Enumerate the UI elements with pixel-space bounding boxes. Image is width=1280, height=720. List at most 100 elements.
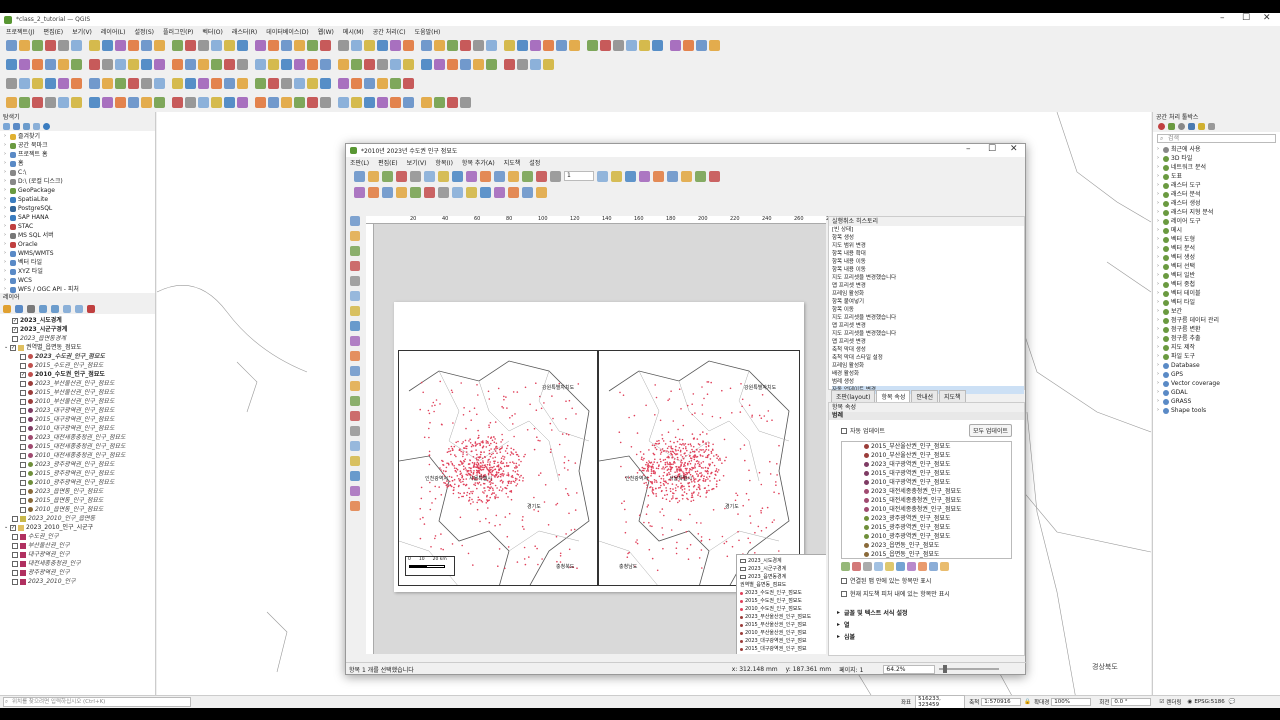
add-shape-icon[interactable] xyxy=(350,396,360,406)
simplify-icon[interactable] xyxy=(198,97,209,108)
update-all-button[interactable]: 모두 업데이트 xyxy=(968,424,1012,437)
menu-item-11[interactable]: 공간 처리(C) xyxy=(373,27,406,36)
zoom-last-icon[interactable] xyxy=(536,170,547,182)
add-group-icon[interactable] xyxy=(15,304,23,313)
toolbox-item[interactable]: › 최근에 사용 xyxy=(1157,145,1280,154)
simplify-icon[interactable] xyxy=(390,59,401,70)
filter-legend-icon[interactable] xyxy=(39,304,47,313)
add-polyline-icon[interactable] xyxy=(350,456,360,466)
history-entry[interactable]: 항목 생성 xyxy=(832,234,1024,242)
zoom-full-icon[interactable] xyxy=(45,59,56,70)
history-icon[interactable] xyxy=(1178,123,1185,130)
zoom-full-icon[interactable] xyxy=(494,170,505,182)
legend-tree-item[interactable]: 2015_광주광역권_인구_점묘도 xyxy=(864,523,1011,532)
new-project-icon[interactable] xyxy=(6,40,17,51)
annotation-icon[interactable] xyxy=(172,78,183,89)
pan-icon[interactable] xyxy=(102,40,113,51)
collapsible-section[interactable]: ▸ 심볼 xyxy=(837,630,1016,642)
layout-menu-item-1[interactable]: 편집(E) xyxy=(378,158,398,167)
add-picture-icon[interactable] xyxy=(350,321,360,331)
history-entry[interactable]: 항목 내용 이동 xyxy=(832,266,1024,274)
layer-item[interactable]: 2015_광주광역권_인구_점묘도 xyxy=(0,469,155,478)
move-up-icon[interactable] xyxy=(863,562,872,571)
expression-filter-icon[interactable] xyxy=(51,304,59,313)
select-icon[interactable] xyxy=(71,78,82,89)
pan-icon[interactable] xyxy=(452,170,463,182)
reshape-icon[interactable] xyxy=(421,59,432,70)
layer-item[interactable]: 2023_부산울산권_인구_점묘도 xyxy=(0,379,155,388)
merge-icon[interactable] xyxy=(460,40,471,51)
history-entry[interactable]: 범례 생성 xyxy=(832,378,1024,386)
undo-icon[interactable] xyxy=(473,59,484,70)
expand-arrow-icon[interactable]: › xyxy=(1157,316,1161,325)
identify-icon[interactable] xyxy=(45,78,56,89)
browser-item[interactable]: › SAP HANA xyxy=(4,213,155,222)
crs-icon[interactable]: ◉ xyxy=(1188,699,1193,705)
save-as-icon[interactable] xyxy=(403,97,414,108)
attribute-table-icon[interactable] xyxy=(198,59,209,70)
print-icon[interactable] xyxy=(421,97,432,108)
layer-item[interactable]: 2023_2010_인구 xyxy=(0,577,155,586)
layer-visibility-checkbox[interactable] xyxy=(12,542,18,549)
delete-ring-icon[interactable] xyxy=(543,40,554,51)
layer-item[interactable]: 2015_읍면동_인구_점묘도 xyxy=(0,496,155,505)
layer-item[interactable]: 2010_광주광역권_인구_점묘도 xyxy=(0,478,155,487)
menu-item-3[interactable]: 레이어(L) xyxy=(101,27,126,36)
menu-item-0[interactable]: 프로젝트(J) xyxy=(6,27,35,36)
zoom-field[interactable]: 64.2% xyxy=(883,664,936,674)
zoom-select-icon[interactable] xyxy=(71,59,82,70)
add-polygon-icon[interactable] xyxy=(350,441,360,451)
save-icon[interactable] xyxy=(382,170,393,182)
expand-arrow-icon[interactable]: › xyxy=(4,222,8,231)
delete-ring-icon[interactable] xyxy=(255,97,266,108)
merge-icon[interactable] xyxy=(268,78,279,89)
expand-arrow-icon[interactable]: › xyxy=(1157,244,1161,253)
fill-ring-icon[interactable] xyxy=(434,59,445,70)
rotate-icon[interactable] xyxy=(281,78,292,89)
layer-visibility-checkbox[interactable] xyxy=(12,578,18,585)
measure-icon[interactable] xyxy=(255,40,266,51)
legend-tree-item[interactable]: 2015_읍면동_인구_점묘도 xyxy=(864,550,1011,558)
browser-item[interactable]: › Oracle xyxy=(4,240,155,249)
browser-item[interactable]: › 공간 북마크 xyxy=(4,141,155,150)
open-icon[interactable] xyxy=(19,40,30,51)
save-as-icon[interactable] xyxy=(45,40,56,51)
toolbox-item[interactable]: › 보간 xyxy=(1157,307,1280,316)
locate-icon[interactable] xyxy=(351,97,362,108)
layer-visibility-checkbox[interactable] xyxy=(20,488,26,495)
scripts-icon[interactable] xyxy=(1168,123,1175,130)
edit-icon[interactable] xyxy=(307,59,318,70)
browser-item[interactable]: › C:\ xyxy=(4,168,155,177)
save-icon[interactable] xyxy=(390,97,401,108)
toolbox-item[interactable]: › 래스터 분석 xyxy=(1157,190,1280,199)
history-entry[interactable]: 맵 프리셋 변경 xyxy=(832,282,1024,290)
deselect-icon[interactable] xyxy=(667,170,678,182)
expand-arrow-icon[interactable]: › xyxy=(1157,163,1161,172)
legend-tree-item[interactable]: 2010_부산울산권_인구_점묘도 xyxy=(864,451,1011,460)
python-icon[interactable] xyxy=(600,40,611,51)
new-project-icon[interactable] xyxy=(652,40,663,51)
layout-canvas[interactable]: 강원특별자치도 인천광역시 서울특별시 경기도 충청북도 0 10 20 km xyxy=(374,224,826,654)
linked-map-checkbox[interactable] xyxy=(841,577,847,584)
attribute-table-icon[interactable] xyxy=(681,170,692,182)
browser-item[interactable]: › WMS/WMTS xyxy=(4,249,155,258)
expand-arrow-icon[interactable]: › xyxy=(4,186,8,195)
zoom-next-icon[interactable] xyxy=(438,186,449,198)
toolbox-item[interactable]: › 메시 xyxy=(1157,226,1280,235)
calculator-icon[interactable] xyxy=(695,170,706,182)
edit-features-icon[interactable] xyxy=(1198,123,1205,130)
zoom-out-icon[interactable] xyxy=(480,170,491,182)
layer-item[interactable]: 2023_수도권_인구_점묘도 xyxy=(0,352,155,361)
toolbox-item[interactable]: › Vector coverage xyxy=(1157,379,1280,388)
refresh-icon[interactable] xyxy=(13,122,20,130)
calculator-icon[interactable] xyxy=(211,59,222,70)
save-as-icon[interactable] xyxy=(396,170,407,182)
add-icon[interactable] xyxy=(3,122,10,130)
browser-item[interactable]: › STAC xyxy=(4,222,155,231)
tips-icon[interactable] xyxy=(377,40,388,51)
zoom-select-icon[interactable] xyxy=(522,170,533,182)
edit-nodes-icon[interactable] xyxy=(350,276,360,286)
plugin-icon[interactable] xyxy=(517,59,528,70)
layer-visibility-checkbox[interactable] xyxy=(12,569,18,576)
add-icon[interactable] xyxy=(874,562,883,571)
